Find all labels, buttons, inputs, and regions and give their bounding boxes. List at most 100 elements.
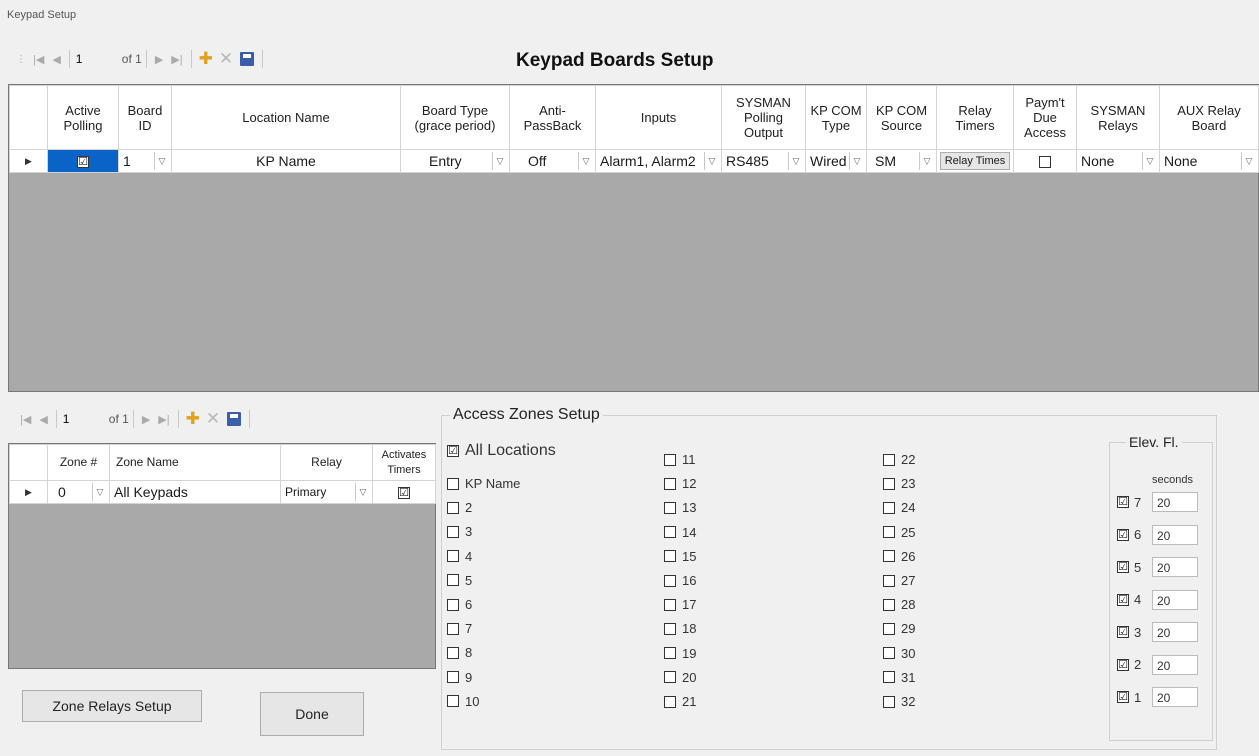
access-zone-checkbox[interactable]: 12: [664, 476, 696, 491]
elev-floor-row[interactable]: ☑ 6 20: [1117, 524, 1198, 545]
table-row[interactable]: ▶ ☑ 1 ▽ KP Name Entry ▽ Off ▽ Alarm1, Alarm…: [9, 149, 1259, 173]
col-aux-relay-board[interactable]: AUX Relay Board: [1159, 85, 1259, 150]
elev-floor-row[interactable]: ☑ 1 20: [1117, 687, 1198, 707]
access-zone-checkbox[interactable]: 7: [447, 621, 472, 636]
polling-output-combo[interactable]: RS485 ▽: [721, 149, 806, 173]
checkbox-icon: [447, 622, 459, 635]
col-payment-due[interactable]: Paym't Due Access: [1013, 85, 1077, 150]
col-sysman-relays[interactable]: SYSMAN Relays: [1076, 85, 1160, 150]
checkbox-icon: [883, 598, 895, 611]
col-board-id[interactable]: Board ID: [118, 85, 172, 150]
inputs-combo[interactable]: Alarm1, Alarm2 ▽: [595, 149, 722, 173]
access-zone-checkbox[interactable]: KP Name: [447, 476, 520, 491]
next-record-icon[interactable]: ▶: [138, 413, 154, 426]
payment-due-checkbox[interactable]: [1013, 149, 1077, 173]
access-zone-checkbox[interactable]: 26: [883, 549, 915, 564]
access-zone-checkbox[interactable]: 13: [664, 500, 696, 515]
prev-record-icon[interactable]: ◀: [35, 413, 51, 426]
board-id-combo[interactable]: 1 ▽: [118, 149, 172, 173]
col-relay[interactable]: Relay: [280, 444, 373, 481]
access-zone-checkbox[interactable]: 10: [447, 694, 479, 709]
access-zone-checkbox[interactable]: 21: [664, 694, 696, 709]
access-zone-checkbox[interactable]: 23: [883, 476, 915, 491]
delete-record-icon[interactable]: ✕: [203, 409, 223, 429]
com-type-combo[interactable]: Wired ▽: [805, 149, 867, 173]
col-com-type[interactable]: KP COM Type: [805, 85, 867, 150]
access-zone-checkbox[interactable]: 25: [883, 525, 915, 540]
col-anti-passback[interactable]: Anti-PassBack: [509, 85, 596, 150]
all-locations-checkbox[interactable]: ☑ All Locations: [447, 442, 556, 460]
checkbox-icon: [883, 574, 895, 587]
access-zone-checkbox[interactable]: 3: [447, 524, 472, 539]
relay-combo[interactable]: Primary ▽: [280, 480, 373, 504]
elev-floor-row[interactable]: ☑ 7 20: [1117, 492, 1198, 512]
access-zone-checkbox[interactable]: 27: [883, 573, 915, 588]
access-zone-checkbox[interactable]: 8: [447, 645, 472, 660]
access-zone-checkbox[interactable]: 4: [447, 549, 472, 564]
col-active-polling[interactable]: Active Polling: [47, 85, 119, 150]
col-relay-timers[interactable]: Relay Timers: [936, 85, 1014, 150]
elev-floor-row[interactable]: ☑ 3 20: [1117, 622, 1198, 642]
zones-grid[interactable]: Zone # Zone Name Relay Activates Timers …: [8, 443, 436, 669]
access-zone-checkbox[interactable]: 9: [447, 670, 472, 685]
access-zone-checkbox[interactable]: 30: [883, 646, 915, 661]
access-zone-checkbox[interactable]: 14: [664, 525, 696, 540]
col-polling-output[interactable]: SYSMAN Polling Output: [721, 85, 806, 150]
aux-relay-board-combo[interactable]: None ▽: [1159, 149, 1259, 173]
col-com-source[interactable]: KP COM Source: [866, 85, 937, 150]
elev-floor-row[interactable]: ☑ 5 20: [1117, 557, 1198, 577]
relay-times-button[interactable]: Relay Times: [939, 152, 1011, 170]
access-zone-checkbox[interactable]: 5: [447, 573, 472, 588]
col-location-name[interactable]: Location Name: [171, 85, 401, 150]
access-zone-checkbox[interactable]: 17: [664, 597, 696, 612]
first-record-icon[interactable]: |◀: [16, 413, 35, 426]
access-zone-checkbox[interactable]: 11: [664, 452, 696, 467]
access-zone-checkbox[interactable]: 28: [883, 597, 915, 612]
access-zone-checkbox[interactable]: 20: [664, 670, 696, 685]
elev-floor-row[interactable]: ☑ 4 20: [1117, 589, 1198, 610]
col-zone-num[interactable]: Zone #: [47, 444, 110, 481]
access-zone-checkbox[interactable]: 32: [883, 694, 915, 709]
col-board-type[interactable]: Board Type (grace period): [400, 85, 510, 150]
access-zone-checkbox[interactable]: 16: [664, 573, 696, 588]
save-icon[interactable]: [240, 52, 255, 66]
last-record-icon[interactable]: ▶|: [154, 413, 173, 426]
prev-record-icon[interactable]: ◀: [48, 53, 64, 66]
location-name-cell[interactable]: KP Name: [171, 149, 401, 173]
access-zone-checkbox[interactable]: 24: [883, 500, 915, 515]
access-zone-checkbox[interactable]: 18: [664, 621, 696, 636]
col-zone-name[interactable]: Zone Name: [109, 444, 281, 481]
boards-position-input[interactable]: [73, 50, 122, 68]
access-zone-checkbox[interactable]: 29: [883, 621, 915, 636]
last-record-icon[interactable]: ▶|: [167, 53, 186, 66]
active-polling-checkbox[interactable]: ☑: [47, 149, 119, 173]
col-activates-timers[interactable]: Activates Timers: [372, 444, 436, 481]
zone-relays-setup-button[interactable]: Zone Relays Setup: [22, 690, 202, 722]
zones-position-input[interactable]: [60, 410, 109, 428]
delete-record-icon[interactable]: ✕: [216, 49, 236, 69]
com-source-combo[interactable]: SM ▽: [866, 149, 937, 173]
sysman-relays-combo[interactable]: None ▽: [1076, 149, 1160, 173]
zone-name-cell[interactable]: All Keypads: [109, 480, 281, 504]
access-zone-checkbox[interactable]: 15: [664, 549, 696, 564]
first-record-icon[interactable]: |◀: [29, 53, 48, 66]
save-icon[interactable]: [227, 412, 242, 426]
next-record-icon[interactable]: ▶: [151, 53, 167, 66]
activates-timers-checkbox[interactable]: ☑: [372, 480, 436, 504]
elev-floor-row[interactable]: ☑ 2 20: [1117, 654, 1198, 675]
done-button[interactable]: Done: [260, 692, 364, 736]
add-record-icon[interactable]: ✚: [183, 409, 203, 429]
access-zone-checkbox[interactable]: 19: [664, 646, 696, 661]
zone-num-combo[interactable]: 0 ▽: [47, 480, 110, 504]
add-record-icon[interactable]: ✚: [196, 49, 216, 69]
anti-passback-combo[interactable]: Off ▽: [509, 149, 596, 173]
access-zone-checkbox[interactable]: 22: [883, 452, 915, 467]
access-zone-checkbox[interactable]: 2: [447, 500, 472, 515]
boards-grid[interactable]: Active Polling Board ID Location Name Bo…: [8, 84, 1259, 392]
board-type-combo[interactable]: Entry ▽: [400, 149, 510, 173]
table-row[interactable]: ▶ 0 ▽ All Keypads Primary ▽ ☑: [9, 480, 436, 504]
checkbox-icon: [447, 477, 459, 490]
col-inputs[interactable]: Inputs: [595, 85, 722, 150]
access-zone-checkbox[interactable]: 6: [447, 597, 472, 612]
access-zone-checkbox[interactable]: 31: [883, 670, 915, 685]
